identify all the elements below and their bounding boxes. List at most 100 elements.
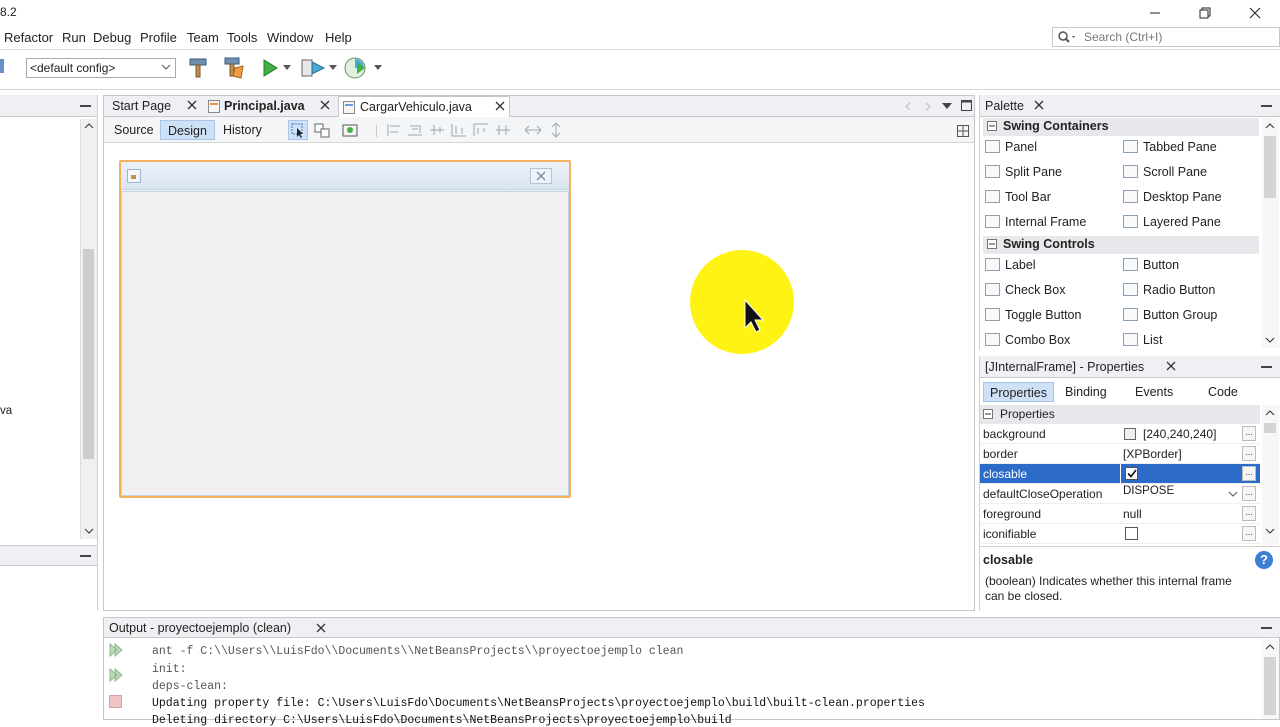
scroll-down-icon[interactable] [84,527,94,535]
property-value[interactable]: [XPBorder] [1123,447,1182,461]
tab-list-dropdown-icon[interactable] [942,102,952,110]
run-icon[interactable] [260,58,280,78]
close-icon[interactable] [530,168,552,184]
project-node-label[interactable]: va [0,405,12,417]
internal-frame-titlebar[interactable] [121,162,569,190]
properties-section-header[interactable]: Properties [980,405,1260,424]
selection-mode-icon[interactable] [288,120,308,140]
property-editor-button[interactable]: ... [1242,506,1256,521]
menu-help[interactable]: Help [325,30,352,45]
design-canvas[interactable] [104,143,974,610]
connection-mode-icon[interactable] [313,121,331,139]
tab-source[interactable]: Source [107,120,161,140]
scroll-tabs-right-icon[interactable] [924,102,932,111]
palette-item-list[interactable]: List [1123,327,1162,352]
projects-scrollbar[interactable] [80,119,97,539]
close-window-button[interactable] [1232,0,1278,26]
scroll-thumb[interactable] [83,249,94,459]
palette-item-internal-frame[interactable]: Internal Frame [985,209,1086,234]
output-scrollbar[interactable] [1262,639,1279,719]
palette-item-tabbed-pane[interactable]: Tabbed Pane [1123,134,1217,159]
property-value[interactable]: [240,240,240] [1143,427,1216,441]
clean-build-icon[interactable] [221,56,245,80]
properties-scrollbar[interactable] [1262,405,1279,545]
build-hammer-icon[interactable] [187,57,209,79]
help-icon[interactable]: ? [1255,551,1273,569]
close-icon[interactable] [1034,100,1044,110]
scroll-tabs-left-icon[interactable] [904,102,912,111]
collapse-icon[interactable] [987,121,997,131]
scroll-thumb[interactable] [1264,136,1276,198]
palette-toggle-icon[interactable] [957,125,969,137]
property-row-closable[interactable]: closable ... [980,464,1260,484]
closable-checkbox[interactable] [1125,467,1138,480]
property-row-background[interactable]: background [240,240,240] ... [980,424,1260,444]
menu-run[interactable]: Run [62,30,86,45]
palette-item-check-box[interactable]: Check Box [985,277,1065,302]
iconifiable-checkbox[interactable] [1125,527,1138,540]
close-icon[interactable] [1166,361,1176,371]
collapse-icon[interactable] [983,409,993,419]
palette-item-split-pane[interactable]: Split Pane [985,159,1062,184]
scroll-up-icon[interactable] [1265,122,1275,130]
debug-dropdown-icon[interactable] [329,65,337,71]
property-row-defaultcloseoperation[interactable]: defaultCloseOperation DISPOSE ... [980,484,1260,504]
debug-icon[interactable] [300,57,326,79]
menu-refactor[interactable]: Refactor [4,30,53,45]
property-editor-button[interactable]: ... [1242,486,1256,501]
minimize-panel-icon[interactable] [1261,105,1272,107]
property-editor-button[interactable]: ... [1242,466,1256,481]
minimize-panel-icon[interactable] [1261,627,1272,629]
scroll-up-icon[interactable] [84,122,94,130]
stop-icon[interactable] [109,695,122,708]
tab-cargarvehiculo-java[interactable]: CargarVehiculo.java [338,96,510,117]
menu-window[interactable]: Window [267,30,313,45]
tab-start-page[interactable]: Start Page [110,96,203,117]
property-value[interactable]: DISPOSE [1123,485,1174,497]
scroll-up-icon[interactable] [1265,643,1275,651]
property-editor-button[interactable]: ... [1242,526,1256,541]
tab-history[interactable]: History [216,120,269,140]
palette-item-tool-bar[interactable]: Tool Bar [985,184,1051,209]
profile-icon[interactable] [343,56,369,80]
scroll-thumb[interactable] [1264,657,1276,715]
run-dropdown-icon[interactable] [283,65,291,71]
close-icon[interactable] [320,100,330,110]
palette-item-scroll-pane[interactable]: Scroll Pane [1123,159,1207,184]
internal-frame-preview[interactable] [119,160,571,498]
minimize-button[interactable] [1132,0,1178,26]
palette-item-combo-box[interactable]: Combo Box [985,327,1070,352]
menu-tools[interactable]: Tools [227,30,257,45]
minimize-panel-icon[interactable] [80,105,91,107]
rerun-with-options-icon[interactable] [108,667,124,683]
tab-binding[interactable]: Binding [1059,382,1113,402]
internal-frame-content[interactable] [121,191,569,496]
palette-scrollbar[interactable] [1262,118,1279,348]
search-input[interactable]: Search (Ctrl+I) [1052,27,1280,47]
close-icon[interactable] [187,100,197,110]
palette-item-desktop-pane[interactable]: Desktop Pane [1123,184,1222,209]
rerun-icon[interactable] [108,642,124,658]
palette-item-panel[interactable]: Panel [985,134,1037,159]
property-editor-button[interactable]: ... [1242,426,1256,441]
scroll-down-icon[interactable] [1265,336,1275,344]
palette-item-layered-pane[interactable]: Layered Pane [1123,209,1221,234]
menu-debug[interactable]: Debug [93,30,131,45]
close-icon[interactable] [495,101,505,111]
tab-events[interactable]: Events [1129,382,1179,402]
property-row-foreground[interactable]: foreground null ... [980,504,1260,524]
property-row-iconifiable[interactable]: iconifiable ... [980,524,1260,544]
config-combo[interactable]: <default config> [26,58,176,78]
tab-properties[interactable]: Properties [983,382,1054,402]
menu-profile[interactable]: Profile [140,30,177,45]
property-value[interactable]: null [1123,507,1142,521]
palette-item-label[interactable]: Label [985,252,1036,277]
menu-team[interactable]: Team [187,30,219,45]
tab-code[interactable]: Code [1202,382,1244,402]
tab-principal-java[interactable]: Principal.java [204,96,337,117]
property-editor-button[interactable]: ... [1242,446,1256,461]
close-icon[interactable] [316,623,326,633]
resize-vertical-icon[interactable] [551,122,561,138]
scroll-up-icon[interactable] [1265,409,1275,417]
palette-item-radio-button[interactable]: Radio Button [1123,277,1215,302]
